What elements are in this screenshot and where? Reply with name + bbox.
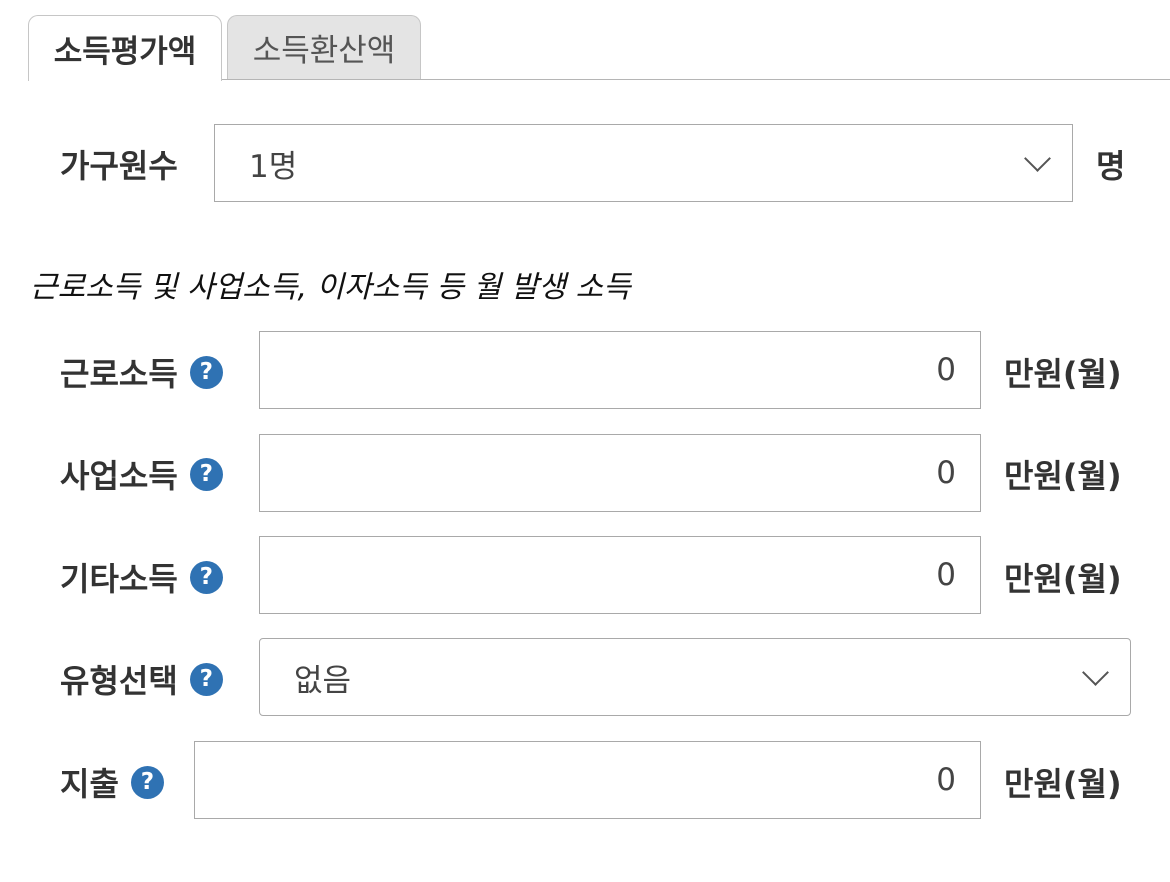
earned-income-label-text: 근로소득 xyxy=(60,355,178,393)
expense-unit: 만원(월) xyxy=(1004,765,1122,803)
tab-label: 소득환산액 xyxy=(252,33,396,69)
business-income-label: 사업소득 ? xyxy=(60,454,223,495)
tab-label: 소득평가액 xyxy=(53,34,197,70)
expense-label: 지출 ? xyxy=(60,762,164,803)
help-icon[interactable]: ? xyxy=(189,662,223,696)
chevron-down-icon xyxy=(1082,658,1109,686)
type-select[interactable]: 없음 xyxy=(259,638,1131,716)
household-size-value: 1명 xyxy=(249,148,298,185)
expense-field-box xyxy=(194,741,981,819)
other-income-label: 기타소득 ? xyxy=(60,557,223,598)
expense-input[interactable] xyxy=(195,742,980,818)
section-note: 근로소득 및 사업소득, 이자소득 등 월 발생 소득 xyxy=(30,270,631,305)
household-size-label: 가구원수 xyxy=(60,144,178,185)
business-income-unit: 만원(월) xyxy=(1004,457,1122,495)
help-icon[interactable]: ? xyxy=(189,355,223,389)
household-size-label-text: 가구원수 xyxy=(60,147,178,185)
help-icon[interactable]: ? xyxy=(189,560,223,594)
earned-income-label: 근로소득 ? xyxy=(60,352,223,393)
other-income-unit: 만원(월) xyxy=(1004,560,1122,598)
other-income-input[interactable] xyxy=(260,537,980,613)
income-evaluation-form: 소득평가액 소득환산액 가구원수 1명 명 근로소득 및 사업소득, 이자소득 … xyxy=(0,0,1170,882)
household-size-select[interactable]: 1명 xyxy=(214,124,1073,202)
other-income-field-box xyxy=(259,536,981,614)
business-income-input[interactable] xyxy=(260,435,980,511)
tab-income-conversion[interactable]: 소득환산액 xyxy=(227,15,421,79)
type-select-label: 유형선택 ? xyxy=(60,659,223,700)
earned-income-unit: 만원(월) xyxy=(1004,355,1122,393)
other-income-label-text: 기타소득 xyxy=(60,560,178,598)
help-icon[interactable]: ? xyxy=(130,765,164,799)
help-icon[interactable]: ? xyxy=(189,457,223,491)
household-size-unit: 명 xyxy=(1096,147,1126,185)
business-income-field-box xyxy=(259,434,981,512)
tab-income-evaluation[interactable]: 소득평가액 xyxy=(28,15,222,81)
earned-income-input[interactable] xyxy=(260,332,980,408)
earned-income-field-box xyxy=(259,331,981,409)
type-select-value: 없음 xyxy=(294,662,352,699)
expense-label-text: 지출 xyxy=(60,765,119,803)
business-income-label-text: 사업소득 xyxy=(60,457,178,495)
chevron-down-icon xyxy=(1024,144,1051,172)
type-select-label-text: 유형선택 xyxy=(60,662,178,700)
